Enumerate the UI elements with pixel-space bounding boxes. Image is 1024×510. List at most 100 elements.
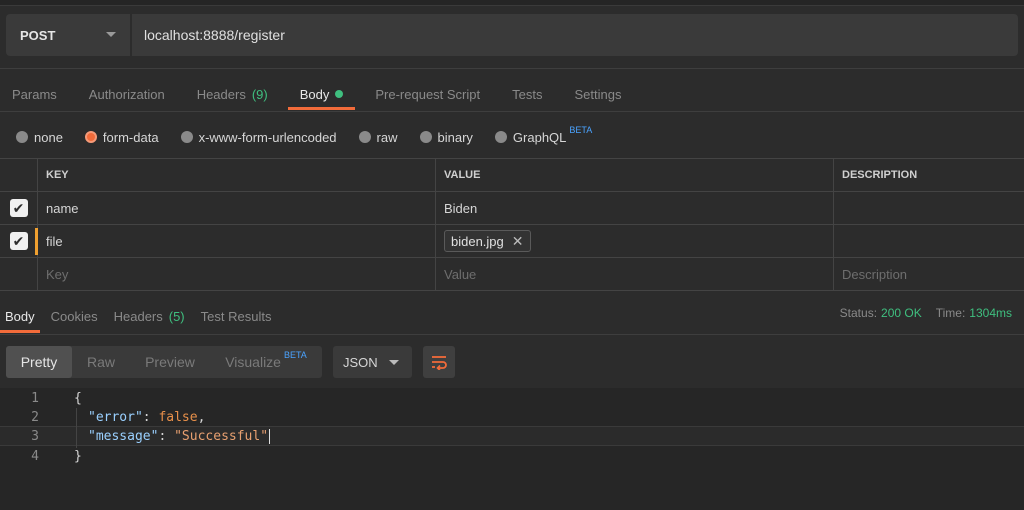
response-status: Status: 200 OK Time: 1304ms [840, 306, 1012, 320]
view-visualize-button[interactable]: Visualize BETA [210, 346, 322, 378]
radio-circle-icon [494, 131, 507, 143]
tab-label: Params [12, 86, 57, 102]
code-line: 2 "error": false, [0, 407, 1024, 427]
radio-none[interactable]: none [16, 130, 63, 145]
code-line-current: 3 "message": "Successful" [0, 426, 1024, 446]
key-input[interactable]: Key [38, 258, 436, 290]
radio-label: raw [376, 129, 398, 145]
tab-authorization[interactable]: Authorization [77, 78, 177, 110]
wrap-lines-button[interactable] [423, 346, 455, 378]
view-raw-button[interactable]: Raw [72, 346, 130, 378]
tab-label: Cookies [50, 309, 98, 324]
tab-body[interactable]: Body [287, 78, 356, 110]
view-preview-button[interactable]: Preview [130, 346, 210, 378]
value-cell[interactable]: Biden [436, 192, 834, 224]
radio-label: x-www-form-urlencoded [198, 129, 337, 145]
checkmark-icon[interactable]: ✔ [9, 232, 28, 250]
key-cell[interactable]: file [38, 225, 436, 257]
table-header-row: KEY VALUE DESCRIPTION [0, 159, 1024, 192]
json-value: false [158, 409, 198, 425]
wrap-lines-icon [432, 356, 447, 370]
radio-x-www-form-urlencoded[interactable]: x-www-form-urlencoded [180, 129, 337, 145]
radio-circle-icon [16, 131, 28, 143]
close-icon[interactable]: ✕ [512, 233, 524, 250]
beta-badge: BETA [283, 350, 307, 360]
table-row: ✔ file biden.jpg ✕ [0, 225, 1024, 258]
json-value: "Successful" [174, 428, 269, 444]
column-header-description: DESCRIPTION [842, 169, 918, 181]
description-cell[interactable] [834, 225, 1024, 257]
line-number: 1 [31, 390, 39, 406]
divider [0, 68, 1024, 69]
file-name: biden.jpg [451, 233, 504, 249]
value-cell[interactable]: biden.jpg ✕ [436, 225, 834, 257]
response-tab-headers[interactable]: Headers (5) [109, 300, 190, 333]
code-text: "message": "Successful" [88, 428, 271, 444]
body-indicator-dot [335, 90, 344, 98]
line-number: 3 [31, 428, 39, 444]
tab-tests[interactable]: Tests [500, 78, 554, 110]
tab-label: Tests [512, 86, 543, 102]
radio-binary[interactable]: binary [419, 129, 473, 145]
radio-label: form-data [102, 129, 159, 145]
radio-form-data[interactable]: form-data [84, 129, 159, 145]
checkmark-icon[interactable]: ✔ [9, 199, 28, 217]
code-text: "error": false, [88, 409, 206, 425]
method-label: POST [20, 27, 56, 43]
column-header-key: KEY [38, 159, 436, 191]
tab-label: Settings [574, 86, 622, 102]
tab-settings[interactable]: Settings [562, 78, 633, 110]
value-input[interactable]: Value [436, 258, 834, 290]
response-tab-test-results[interactable]: Test Results [196, 300, 277, 333]
format-select[interactable]: JSON [333, 346, 412, 378]
indent-guide [76, 408, 77, 448]
radio-raw[interactable]: raw [358, 129, 398, 145]
view-pretty-button[interactable]: Pretty [6, 346, 72, 378]
body-type-radios: none form-data x-www-form-urlencoded raw… [16, 125, 614, 147]
code-text: } [74, 448, 82, 464]
tab-headers[interactable]: Headers (9) [185, 78, 280, 110]
request-url-bar: POST localhost:8888/register [6, 14, 1018, 56]
time-value[interactable]: 1304ms [969, 306, 1012, 320]
line-number: 2 [31, 409, 39, 425]
code-line: 1 { [0, 388, 1024, 408]
top-strip [0, 0, 1024, 6]
code-line: 4 } [0, 446, 1024, 466]
description-cell[interactable] [834, 192, 1024, 224]
format-label: JSON [343, 354, 378, 370]
method-select[interactable]: POST [6, 14, 130, 56]
json-key: "error" [88, 409, 143, 425]
radio-graphql[interactable]: GraphQL BETA [494, 125, 592, 145]
json-key: "message" [88, 428, 159, 444]
headers-count: (9) [251, 86, 268, 102]
radio-label: GraphQL [512, 129, 567, 145]
radio-circle-icon [180, 131, 193, 143]
response-tabs: Body Cookies Headers (5) Test Results [0, 300, 282, 333]
file-chip: biden.jpg ✕ [444, 230, 531, 252]
tab-label: Headers [196, 86, 246, 102]
table-row: ✔ name Biden [0, 192, 1024, 225]
tab-pre-request-script[interactable]: Pre-request Script [363, 78, 492, 110]
headers-count: (5) [168, 309, 185, 324]
status-label: Status: [839, 306, 878, 320]
row-checkbox-cell: ✔ [0, 192, 38, 224]
radio-label: none [34, 129, 63, 145]
divider [0, 111, 1024, 112]
view-mode-group: Pretty Raw Preview Visualize BETA [6, 346, 322, 378]
description-input[interactable]: Description [834, 258, 1024, 290]
header-checkbox-col [0, 159, 38, 191]
response-tab-body[interactable]: Body [0, 300, 40, 333]
url-input[interactable]: localhost:8888/register [132, 14, 1018, 56]
status-value[interactable]: 200 OK [881, 306, 922, 320]
divider [0, 334, 1024, 335]
radio-label: binary [437, 129, 473, 145]
request-tabs: Params Authorization Headers (9) Body Pre… [0, 78, 641, 110]
row-drag-handle[interactable] [35, 228, 38, 255]
text-cursor [269, 428, 271, 444]
tab-params[interactable]: Params [0, 78, 69, 110]
tab-label: Test Results [200, 309, 272, 324]
response-body-editor[interactable]: 1 { 2 "error": false, 3 "message": "Succ… [0, 388, 1024, 510]
response-tab-cookies[interactable]: Cookies [46, 300, 103, 333]
column-header-value: VALUE [436, 159, 834, 191]
key-cell[interactable]: name [38, 192, 436, 224]
